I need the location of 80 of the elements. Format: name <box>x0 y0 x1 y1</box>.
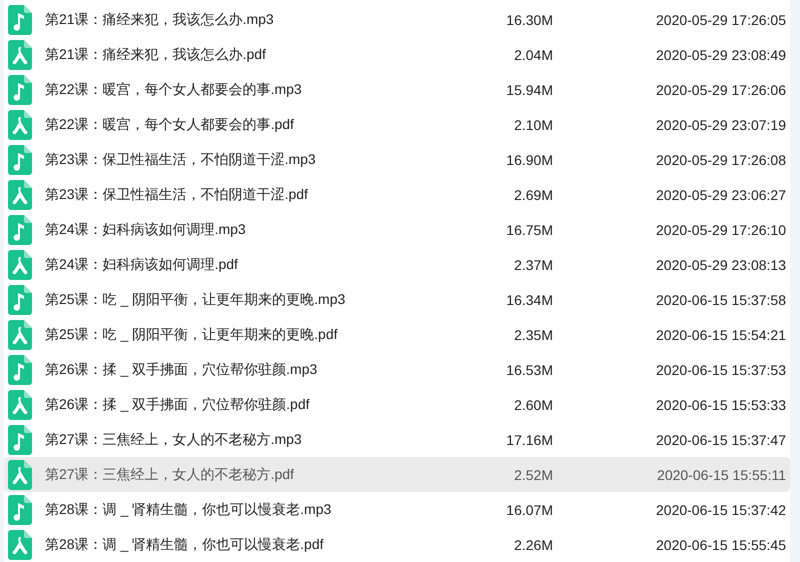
file-size: 17.16M <box>505 432 553 448</box>
file-row[interactable]: 第28课：调 _ 肾精生髓，你也可以慢衰老.mp3 16.07M 2020-06-15 15:37:42 <box>4 492 790 527</box>
modified-date: 2020-06-15 15:37:58 <box>656 292 786 308</box>
file-name: 第23课：保卫性福生活，不怕阴道干涩.mp3 <box>45 150 317 168</box>
file-size: 2.52M <box>513 466 553 482</box>
modified-date: 2020-06-15 15:55:11 <box>657 466 786 482</box>
file-name: 第22课：暖宫，每个女人都要会的事.pdf <box>45 116 295 134</box>
file-size: 2.10M <box>513 116 553 132</box>
file-size: 2.35M <box>513 326 553 342</box>
pdf-file-icon <box>8 530 32 560</box>
pdf-file-icon <box>8 320 32 350</box>
file-row[interactable]: 第25课：吃 _ 阴阳平衡，让更年期来的更晚.pdf 2.35M 2020-06-15 15:54:21 <box>4 317 790 352</box>
file-row[interactable]: 第28课：调 _ 肾精生髓，你也可以慢衰老.pdf 2.26M 2020-06-15 15:55:45 <box>4 527 790 562</box>
music-file-icon <box>8 214 32 244</box>
pdf-file-icon <box>8 110 32 140</box>
music-file-icon <box>8 494 32 524</box>
modified-date: 2020-06-15 15:55:45 <box>656 536 786 552</box>
file-size: 2.69M <box>513 186 553 202</box>
file-row[interactable]: 第23课：保卫性福生活，不怕阴道干涩.pdf 2.69M 2020-05-29 23:06:27 <box>4 177 790 212</box>
modified-date: 2020-05-29 17:26:08 <box>656 152 786 168</box>
pdf-file-icon <box>8 460 32 490</box>
file-name: 第21课：痛经来犯，我该怎么办.pdf <box>45 46 267 64</box>
pdf-file-icon <box>8 180 32 210</box>
file-size: 2.60M <box>513 396 553 412</box>
modified-date: 2020-06-15 15:37:42 <box>656 502 786 518</box>
file-row[interactable]: 第25课：吃 _ 阴阳平衡，让更年期来的更晚.mp3 16.34M 2020-06-15 15:37:58 <box>4 282 790 317</box>
file-size: 16.90M <box>505 152 553 168</box>
pdf-file-icon <box>8 40 32 70</box>
file-size: 16.30M <box>505 12 553 28</box>
music-file-icon <box>8 354 32 384</box>
file-row[interactable]: 第21课：痛经来犯，我该怎么办.pdf 2.04M 2020-05-29 23:08:49 <box>4 37 790 72</box>
music-file-icon <box>8 4 32 34</box>
music-file-icon <box>8 424 32 454</box>
file-size: 16.07M <box>505 502 553 518</box>
file-size: 16.75M <box>505 222 553 238</box>
file-size: 16.53M <box>505 362 553 378</box>
modified-date: 2020-06-15 15:37:47 <box>656 432 786 448</box>
modified-date: 2020-05-29 23:07:19 <box>656 116 786 132</box>
file-name: 第23课：保卫性福生活，不怕阴道干涩.pdf <box>45 186 309 204</box>
file-row[interactable]: 第22课：暖宫，每个女人都要会的事.pdf 2.10M 2020-05-29 23:07:19 <box>4 107 790 142</box>
file-name: 第26课：揉 _ 双手拂面，穴位帮你驻颜.pdf <box>45 396 310 414</box>
file-size: 2.37M <box>513 256 553 272</box>
modified-date: 2020-06-15 15:54:21 <box>656 326 786 342</box>
file-row[interactable]: 第27课：三焦经上，女人的不老秘方.pdf 2.52M 2020-06-15 15:55:11 <box>4 457 790 492</box>
file-name: 第21课：痛经来犯，我该怎么办.mp3 <box>45 10 275 28</box>
file-name: 第27课：三焦经上，女人的不老秘方.mp3 <box>45 430 303 448</box>
modified-date: 2020-05-29 23:08:49 <box>656 46 786 62</box>
music-file-icon <box>8 284 32 314</box>
file-size: 2.26M <box>513 536 553 552</box>
file-row[interactable]: 第26课：揉 _ 双手拂面，穴位帮你驻颜.pdf 2.60M 2020-06-15 15:53:33 <box>4 387 790 422</box>
file-name: 第24课：妇科病该如何调理.mp3 <box>45 220 247 238</box>
file-row[interactable]: 第26课：揉 _ 双手拂面，穴位帮你驻颜.mp3 16.53M 2020-06-15 15:37:53 <box>4 352 790 387</box>
music-file-icon <box>8 74 32 104</box>
modified-date: 2020-05-29 17:26:05 <box>656 12 786 28</box>
music-file-icon <box>8 144 32 174</box>
file-name: 第22课：暖宫，每个女人都要会的事.mp3 <box>45 80 303 98</box>
file-name: 第24课：妇科病该如何调理.pdf <box>45 256 239 274</box>
modified-date: 2020-06-15 15:37:53 <box>656 362 786 378</box>
modified-date: 2020-05-29 17:26:06 <box>656 82 786 98</box>
file-name: 第26课：揉 _ 双手拂面，穴位帮你驻颜.mp3 <box>45 360 318 378</box>
file-row[interactable]: 第23课：保卫性福生活，不怕阴道干涩.mp3 16.90M 2020-05-29 17:26:08 <box>4 142 790 177</box>
file-size: 15.94M <box>505 82 553 98</box>
modified-date: 2020-06-15 15:53:33 <box>656 396 786 412</box>
file-name: 第25课：吃 _ 阴阳平衡，让更年期来的更晚.mp3 <box>45 290 346 308</box>
modified-date: 2020-05-29 23:06:27 <box>656 186 786 202</box>
file-row[interactable]: 第21课：痛经来犯，我该怎么办.mp3 16.30M 2020-05-29 17:26:05 <box>4 2 790 37</box>
pdf-file-icon <box>8 250 32 280</box>
file-name: 第28课：调 _ 肾精生髓，你也可以慢衰老.mp3 <box>45 500 332 518</box>
file-row[interactable]: 第24课：妇科病该如何调理.mp3 16.75M 2020-05-29 17:26:10 <box>4 212 790 247</box>
file-row[interactable]: 第27课：三焦经上，女人的不老秘方.mp3 17.16M 2020-06-15 15:37:47 <box>4 422 790 457</box>
pdf-file-icon <box>8 390 32 420</box>
file-name: 第25课：吃 _ 阴阳平衡，让更年期来的更晚.pdf <box>45 326 338 344</box>
file-row[interactable]: 第24课：妇科病该如何调理.pdf 2.37M 2020-05-29 23:08:13 <box>4 247 790 282</box>
file-size: 2.04M <box>513 46 553 62</box>
file-name: 第27课：三焦经上，女人的不老秘方.pdf <box>45 466 295 484</box>
file-row[interactable]: 第22课：暖宫，每个女人都要会的事.mp3 15.94M 2020-05-29 17:26:06 <box>4 72 790 107</box>
modified-date: 2020-05-29 17:26:10 <box>656 222 786 238</box>
file-size: 16.34M <box>505 292 553 308</box>
file-name: 第28课：调 _ 肾精生髓，你也可以慢衰老.pdf <box>45 536 324 554</box>
modified-date: 2020-05-29 23:08:13 <box>656 256 786 272</box>
